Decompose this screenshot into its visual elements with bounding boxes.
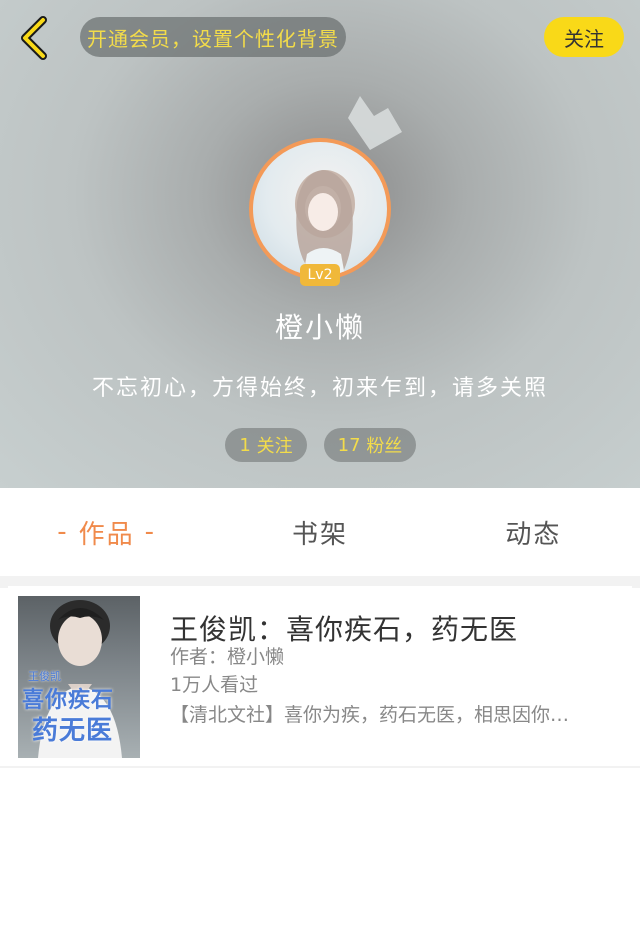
following-count-button[interactable]: 1 关注	[225, 428, 307, 462]
fans-label: 粉丝	[366, 436, 403, 457]
list-divider	[0, 766, 640, 768]
profile-header: 开通会员，设置个性化背景 关注 Lv2 橙小懒 不忘初心，方得始终，初来乍到，请…	[0, 0, 640, 488]
book-views: 1万人看过	[170, 674, 259, 696]
work-list-item[interactable]: 王俊凯 喜你疾石 药无医 王俊凯：喜你疾石，药无医 作者：橙小懒 1万人看过 【…	[8, 586, 632, 766]
username: 橙小懒	[274, 311, 365, 344]
user-bio: 不忘初心，方得始终，初来乍到，请多关照	[91, 376, 548, 401]
follow-button[interactable]: 关注	[544, 17, 624, 57]
level-badge: Lv2	[300, 264, 340, 286]
vip-background-banner[interactable]: 开通会员，设置个性化背景	[80, 17, 346, 57]
tab-works[interactable]: 作品	[0, 488, 213, 576]
chevron-left-icon	[21, 16, 47, 60]
book-cover: 王俊凯 喜你疾石 药无医	[18, 596, 140, 758]
cover-title-line2: 药无医	[32, 716, 114, 746]
following-count: 1	[239, 434, 251, 456]
fans-count: 17	[337, 434, 361, 456]
book-author: 作者：橙小懒	[170, 646, 285, 668]
profile-tabs: 作品 书架 动态	[0, 488, 640, 576]
back-button[interactable]	[14, 14, 54, 62]
book-description: 【清北文社】喜你为疾，药石无医，相思因你…	[170, 704, 570, 726]
avatar-illustration	[295, 170, 355, 276]
avatar[interactable]	[249, 138, 391, 280]
fans-count-button[interactable]: 17 粉丝	[324, 428, 416, 462]
tab-activity[interactable]: 动态	[427, 488, 640, 576]
following-label: 关注	[256, 436, 293, 457]
tab-bookshelf[interactable]: 书架	[213, 488, 426, 576]
